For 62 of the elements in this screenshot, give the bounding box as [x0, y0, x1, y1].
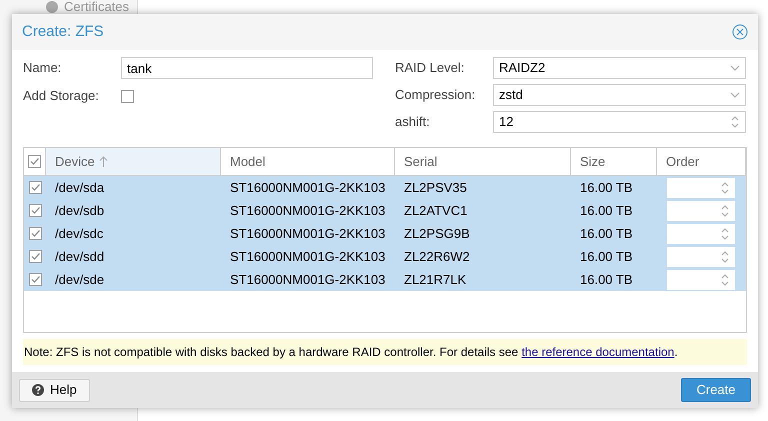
checkbox[interactable] — [28, 227, 42, 240]
name-input[interactable]: tank — [121, 57, 373, 79]
field-label: RAID Level: — [395, 59, 466, 78]
documentation-link[interactable]: the reference documentation — [522, 345, 674, 359]
help-icon — [32, 384, 44, 396]
table-cell-text: ST16000NM001G-2KK103 — [230, 178, 386, 197]
spinner-icon[interactable] — [721, 226, 729, 240]
compression-dropdown[interactable]: zstd — [493, 84, 746, 106]
table-cell-text: ZL21R7LK — [404, 270, 466, 289]
spinner-icon[interactable] — [730, 114, 740, 130]
note-text: Note: ZFS is not compatible with disks backed by a hardware RAID controller. For details see the reference documentation. — [24, 345, 678, 359]
table-cell-text: /dev/sda — [55, 178, 104, 197]
sort-arrow-icon — [98, 156, 108, 168]
table-cell-text: ZL2ATVC1 — [404, 202, 468, 220]
table-row[interactable]: /dev/sdc ST16000NM001G-2KK103 ZL2PSG9B 16.00 TB — [24, 222, 746, 245]
table-cell-text: /dev/sdb — [55, 202, 104, 220]
checkbox[interactable] — [28, 273, 42, 286]
spinner-icon[interactable] — [721, 272, 729, 286]
table-row[interactable]: /dev/sda ST16000NM001G-2KK103 ZL2PSV35 16.00 TB — [24, 176, 746, 199]
dropdown-caret-icon[interactable] — [730, 64, 740, 72]
table-cell-text: ST16000NM001G-2KK103 — [230, 270, 386, 289]
table-cell-text: /dev/sdc — [55, 224, 104, 243]
field-label: ashift: — [395, 113, 431, 132]
table-cell-text: /dev/sde — [55, 270, 104, 289]
table-cell-text: /dev/sdd — [55, 248, 104, 266]
table-row[interactable]: /dev/sdd ST16000NM001G-2KK103 ZL22R6W2 16.00 TB — [24, 245, 746, 268]
ashift-spinner[interactable]: 12 — [493, 111, 746, 133]
order-spinner[interactable] — [667, 224, 735, 244]
table-cell-text: ST16000NM001G-2KK103 — [230, 248, 386, 266]
order-spinner[interactable] — [667, 270, 735, 290]
field-label: Add Storage: — [23, 87, 100, 106]
table-cell-text: 16.00 TB — [580, 270, 633, 289]
checkbox[interactable] — [28, 181, 42, 194]
table-row[interactable]: /dev/sde ST16000NM001G-2KK103 ZL21R7LK 16.00 TB — [24, 268, 746, 291]
help-button[interactable]: Help — [19, 378, 90, 402]
table-cell-text: ST16000NM001G-2KK103 — [230, 224, 386, 243]
table-cell-text: ZL2PSG9B — [404, 224, 470, 243]
field-label: Name: — [23, 59, 62, 78]
table-row[interactable]: /dev/sdb ST16000NM001G-2KK103 ZL2ATVC1 16.00 TB — [24, 199, 746, 222]
dialog-title: Create: ZFS — [22, 22, 104, 42]
table-cell-text: ZL22R6W2 — [404, 248, 470, 266]
table-cell-text: 16.00 TB — [580, 202, 633, 220]
table-cell-text: 16.00 TB — [580, 178, 633, 197]
checkbox[interactable] — [28, 155, 41, 168]
dropdown-caret-icon[interactable] — [730, 91, 740, 99]
order-spinner[interactable] — [667, 246, 735, 266]
checkbox[interactable] — [28, 204, 42, 217]
column-header[interactable]: Device — [46, 148, 221, 175]
table-cell-text: ST16000NM001G-2KK103 — [230, 202, 386, 220]
spinner-icon[interactable] — [721, 204, 729, 218]
order-spinner[interactable] — [667, 178, 735, 198]
order-spinner[interactable] — [667, 200, 735, 220]
checkbox[interactable] — [28, 250, 42, 263]
table-cell-text: ZL2PSV35 — [404, 178, 467, 197]
spinner-icon[interactable] — [721, 180, 729, 194]
field-label: Compression: — [395, 86, 476, 104]
raid-level-dropdown[interactable]: RAIDZ2 — [493, 57, 746, 79]
close-icon[interactable] — [732, 24, 748, 40]
table-cell-text: 16.00 TB — [580, 248, 633, 266]
spinner-icon[interactable] — [721, 250, 729, 264]
table-cell-text: 16.00 TB — [580, 224, 633, 243]
checkbox[interactable] — [121, 90, 134, 102]
